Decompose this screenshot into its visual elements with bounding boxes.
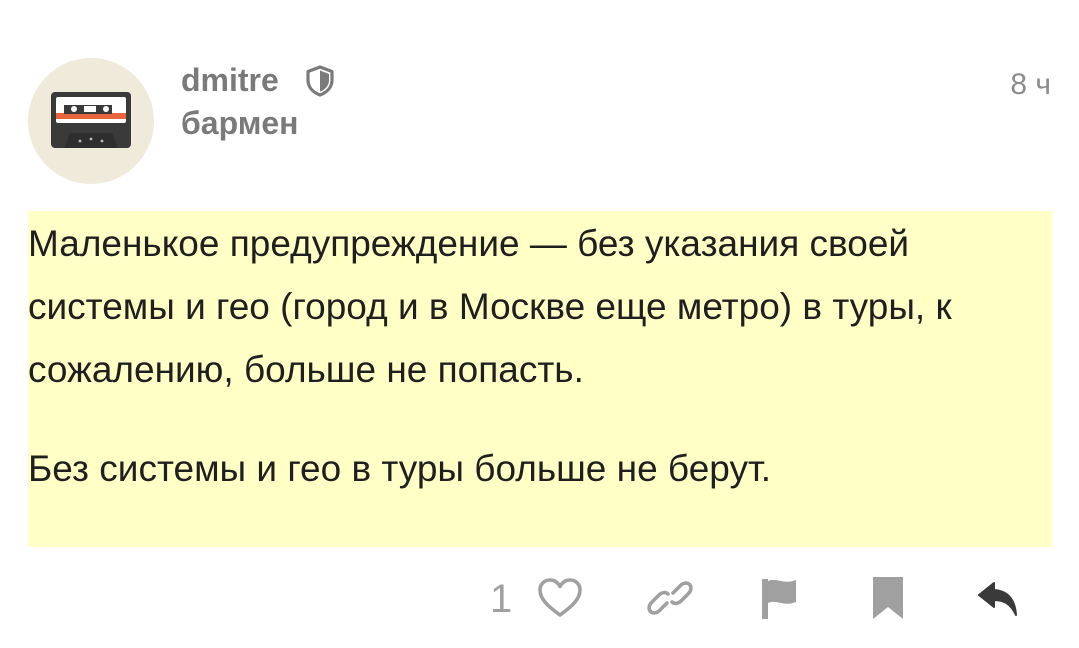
- reply-button[interactable]: [972, 570, 1024, 626]
- post-card: dmitre бармен 8 ч Маленькое предупрежден…: [0, 0, 1079, 648]
- post-timestamp[interactable]: 8 ч: [1010, 66, 1051, 104]
- report-button[interactable]: [752, 570, 804, 626]
- flag-icon: [762, 579, 796, 619]
- author-name[interactable]: dmitre: [181, 60, 279, 100]
- like-count: 1: [490, 577, 513, 621]
- cassette-tape-icon: [51, 92, 131, 148]
- bookmark-button[interactable]: [862, 570, 914, 626]
- heart-icon: [538, 578, 582, 617]
- avatar[interactable]: [28, 58, 154, 184]
- copy-link-button[interactable]: [644, 570, 696, 626]
- shield-icon: [306, 65, 334, 97]
- link-icon: [647, 581, 693, 615]
- post-paragraph: Без системы и гео в туры больше не берут…: [28, 448, 772, 489]
- post-content: Маленькое предупреждение — без указания …: [28, 211, 1052, 547]
- author-role: бармен: [181, 105, 299, 141]
- post-actions: 1: [0, 570, 1079, 630]
- bookmark-icon: [873, 577, 903, 619]
- like-button[interactable]: [534, 570, 586, 626]
- post-paragraph: Маленькое предупреждение — без указания …: [28, 223, 952, 390]
- reply-icon: [978, 582, 1017, 616]
